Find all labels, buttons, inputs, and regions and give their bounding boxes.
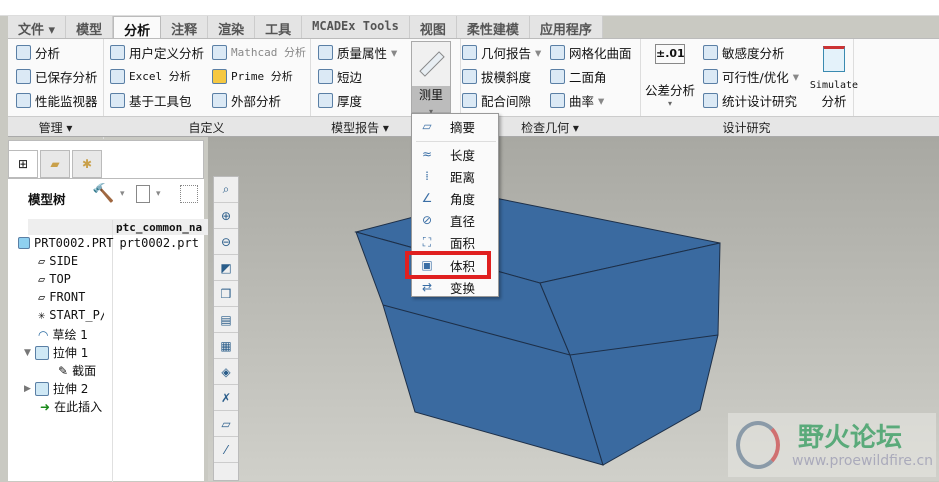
- datum-display-icon[interactable]: ✗: [214, 385, 238, 411]
- menu-item-label: 变换: [450, 280, 476, 296]
- menu-item-label: 面积: [450, 235, 476, 251]
- diameter-icon: ⊘: [421, 213, 433, 227]
- refit-icon[interactable]: ⌕: [214, 177, 238, 203]
- view-toolbar: ⌕ ⊕ ⊖ ◩ ❒ ▤ ▦ ◈ ✗ ▱ ⁄: [213, 176, 239, 481]
- watermark-url: www.proewildfire.cn: [792, 453, 934, 469]
- menu-item-ruler[interactable]: ▱ 摘要: [412, 115, 498, 137]
- menu-item-angle[interactable]: ∠ 角度: [412, 187, 498, 209]
- axis-display-icon[interactable]: ⁄: [214, 437, 238, 463]
- watermark: 野火论坛 www.proewildfire.cn: [728, 413, 936, 477]
- watermark-title: 野火论坛: [798, 423, 903, 453]
- menu-item-label: 角度: [450, 191, 476, 207]
- menu-item-diameter[interactable]: ⊘ 直径: [412, 209, 498, 231]
- highlight-box: [405, 251, 491, 279]
- perspective-icon[interactable]: ◈: [214, 359, 238, 385]
- butterfly-logo-icon: [736, 421, 780, 469]
- menu-item-area[interactable]: ⛶ 面积: [412, 231, 498, 253]
- repaint-icon[interactable]: ◩: [214, 255, 238, 281]
- transform-icon: ⇄: [421, 280, 433, 294]
- menu-item-transform[interactable]: ⇄ 变换: [412, 276, 498, 298]
- zoom-out-icon[interactable]: ⊖: [214, 229, 238, 255]
- menu-item-label: 距离: [450, 169, 476, 185]
- menu-item-distance[interactable]: ⁞ 距离: [412, 165, 498, 187]
- saved-views-icon[interactable]: ▤: [214, 307, 238, 333]
- menu-item-length[interactable]: ≈ 长度: [412, 143, 498, 165]
- menu-item-label: 直径: [450, 213, 476, 229]
- plane-display-icon[interactable]: ▱: [214, 411, 238, 437]
- distance-icon: ⁞: [425, 169, 429, 183]
- area-icon: ⛶: [422, 234, 432, 249]
- ruler-icon: ▱: [422, 119, 432, 133]
- angle-icon: ∠: [421, 191, 433, 205]
- zoom-in-icon[interactable]: ⊕: [214, 203, 238, 229]
- display-style-icon[interactable]: ❒: [214, 281, 238, 307]
- menu-separator: [416, 141, 496, 142]
- view-manager-icon[interactable]: ▦: [214, 333, 238, 359]
- length-icon: ≈: [421, 147, 433, 161]
- menu-item-label: 长度: [450, 147, 476, 163]
- menu-item-label: 摘要: [450, 119, 476, 135]
